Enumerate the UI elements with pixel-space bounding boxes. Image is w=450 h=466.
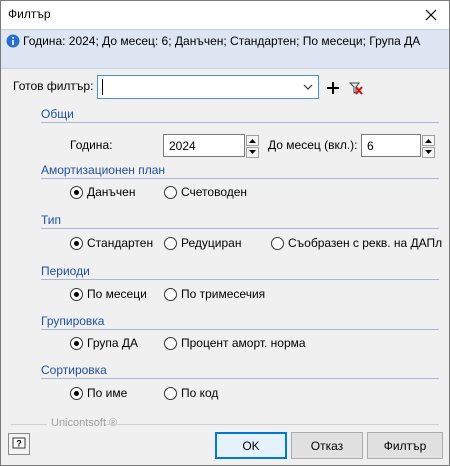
month-spinner[interactable]: 6: [361, 134, 435, 158]
radio-indicator: [70, 185, 83, 199]
section-divider: [41, 279, 439, 280]
clear-filter-icon: [348, 82, 363, 95]
filter-summary-bar: Година: 2024; До месец: 6; Данъчен; Стан…: [1, 29, 449, 69]
radio-by-months[interactable]: По месеци: [70, 287, 147, 301]
close-icon: [425, 9, 437, 21]
month-decrement-button[interactable]: [422, 147, 435, 158]
year-increment-button[interactable]: [246, 135, 259, 146]
radio-label: Група ДА: [87, 336, 138, 350]
radio-label: Процент аморт. норма: [181, 336, 306, 350]
radio-asset-group[interactable]: Група ДА: [70, 336, 138, 350]
radio-tax[interactable]: Данъчен: [70, 185, 135, 199]
chevron-down-icon: [249, 150, 256, 154]
preset-filter-combobox[interactable]: [97, 75, 319, 99]
radio-label: Данъчен: [87, 185, 136, 199]
radio-label: По код: [181, 386, 219, 400]
year-decrement-button[interactable]: [246, 147, 259, 158]
radio-label: Редуциран: [181, 236, 242, 250]
chevron-down-icon: [303, 84, 313, 90]
month-label: До месец (вкл.):: [268, 138, 358, 152]
year-value: 2024: [169, 139, 196, 153]
radio-indicator: [70, 236, 83, 250]
radio-accounting[interactable]: Счетоводен: [164, 185, 247, 199]
radio-label: По месеци: [87, 287, 147, 301]
month-increment-button[interactable]: [422, 135, 435, 146]
cancel-button[interactable]: Отказ: [291, 432, 363, 459]
svg-text:?: ?: [16, 439, 22, 449]
chevron-down-icon: [425, 150, 432, 154]
filter-summary-text: Година: 2024; До месец: 6; Данъчен; Стан…: [23, 34, 421, 48]
radio-by-name[interactable]: По име: [70, 386, 127, 400]
title-bar: Филтър: [1, 1, 449, 29]
month-value: 6: [367, 139, 374, 153]
radio-label: По име: [87, 386, 128, 400]
preset-filter-label: Готов филтър:: [13, 79, 94, 93]
section-title-type: Тип: [41, 213, 62, 227]
close-button[interactable]: [413, 1, 449, 29]
radio-indicator: [164, 336, 177, 350]
section-title-amortization: Амортизационен план: [41, 163, 166, 177]
radio-indicator: [164, 287, 177, 301]
radio-by-quarters[interactable]: По тримесечия: [164, 287, 265, 301]
text-caret: [102, 79, 103, 95]
radio-standard[interactable]: Стандартен: [70, 236, 153, 250]
footer-divider: [11, 424, 47, 425]
radio-indicator: [70, 287, 83, 301]
radio-amortization-rate[interactable]: Процент аморт. норма: [164, 336, 306, 350]
window-title: Филтър: [8, 7, 51, 21]
filter-dialog: Филтър Година: 2024; До месец: 6; Данъче…: [0, 0, 450, 466]
radio-indicator: [70, 336, 83, 350]
section-divider: [41, 329, 439, 330]
section-divider: [41, 378, 439, 379]
add-filter-button[interactable]: [323, 78, 343, 98]
section-title-periods: Периоди: [41, 264, 90, 278]
section-title-grouping: Групировка: [41, 314, 105, 328]
radio-label: Съобразен с рекв. на ДАПл: [288, 236, 443, 250]
radio-dapl-compliant[interactable]: Съобразен с рекв. на ДАПл: [271, 236, 442, 250]
radio-label: По тримесечия: [181, 287, 266, 301]
help-icon: ?: [12, 437, 26, 449]
section-title-sorting: Сортировка: [41, 363, 107, 377]
radio-indicator: [164, 236, 177, 250]
filter-button[interactable]: Филтър: [367, 432, 443, 459]
radio-by-code[interactable]: По код: [164, 386, 218, 400]
help-button[interactable]: ?: [8, 433, 30, 455]
info-icon: [6, 34, 20, 48]
chevron-up-icon: [425, 139, 432, 143]
radio-reduced[interactable]: Редуциран: [164, 236, 241, 250]
section-divider: [41, 122, 439, 123]
radio-indicator: [164, 185, 177, 199]
plus-icon: [327, 82, 339, 94]
brand-label: Unicontsoft ®: [51, 417, 118, 429]
section-title-general: Общи: [41, 107, 74, 121]
radio-indicator: [271, 236, 284, 250]
radio-indicator: [164, 386, 177, 400]
delete-filter-button[interactable]: [346, 78, 366, 98]
radio-label: Стандартен: [87, 236, 154, 250]
ok-button[interactable]: OK: [215, 432, 287, 459]
chevron-up-icon: [249, 139, 256, 143]
radio-label: Счетоводен: [181, 185, 248, 199]
year-label: Година:: [70, 138, 113, 152]
section-divider: [41, 178, 439, 179]
footer-divider: [105, 424, 439, 425]
year-spinner[interactable]: 2024: [163, 134, 259, 158]
radio-indicator: [70, 386, 83, 400]
section-divider: [41, 228, 439, 229]
